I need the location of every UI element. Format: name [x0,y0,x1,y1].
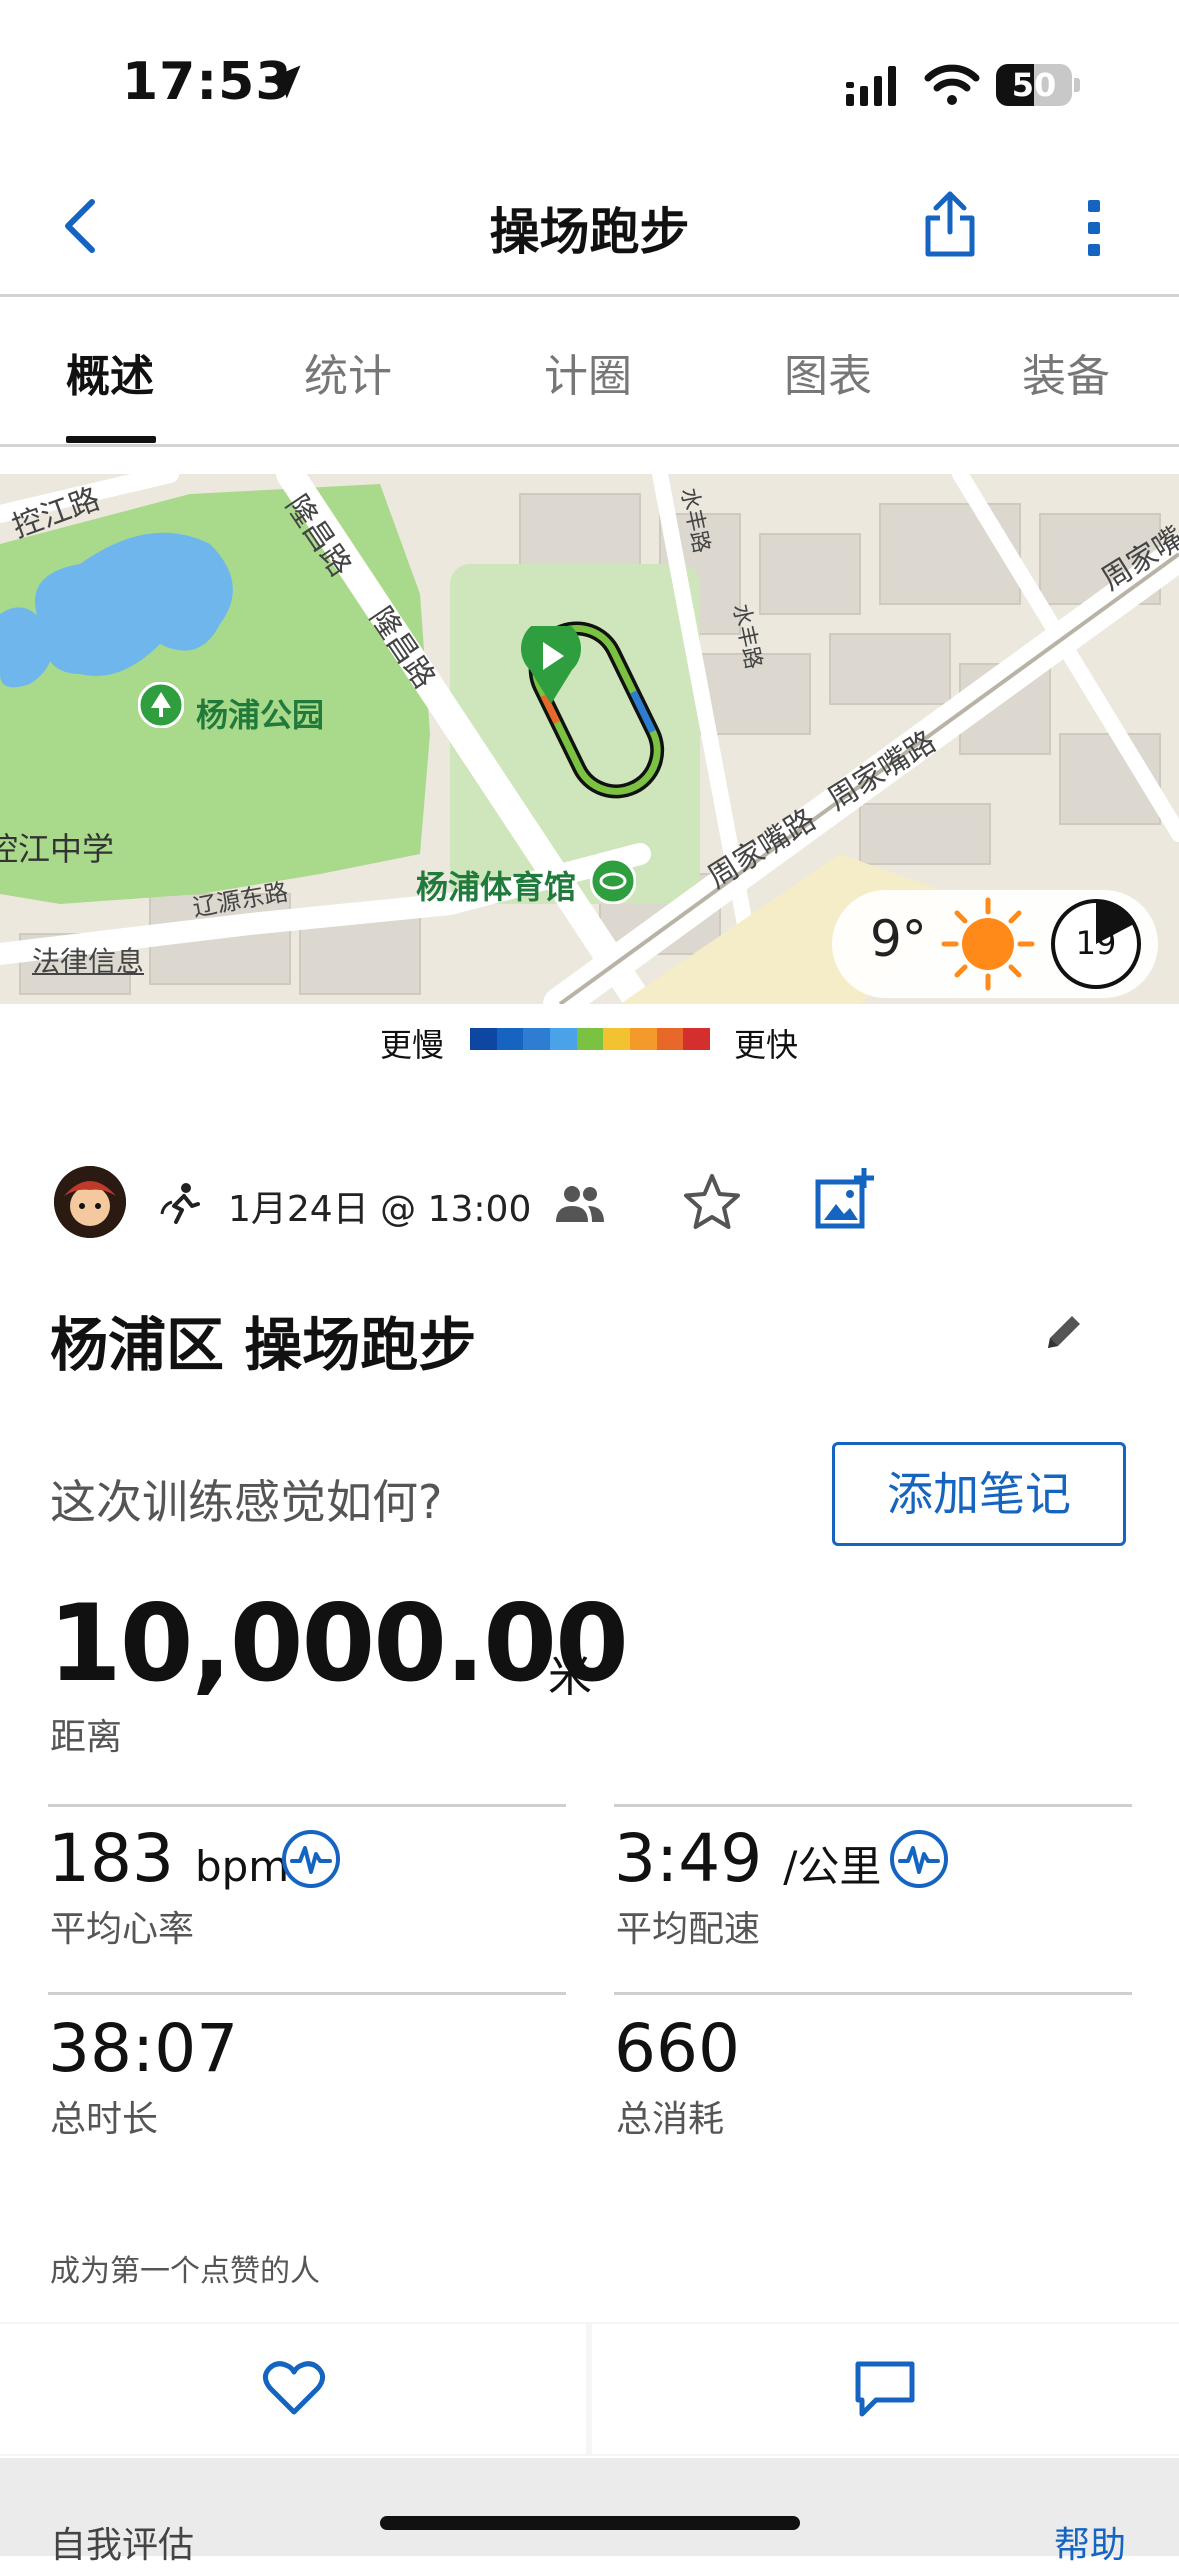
share-button[interactable] [920,188,980,260]
cellular-signal-icon [844,64,904,112]
pace-color-segment [656,1028,684,1050]
tab-gear[interactable]: 装备 [1022,340,1110,404]
tab-laps[interactable]: 计圈 [544,340,632,404]
pace-color-segment [470,1028,497,1050]
activity-date: 1月24日 @ 13:00 [228,1189,532,1230]
pace-color-segment [603,1028,631,1050]
heart-rate-stat: 183 bpm [48,1820,289,1897]
activity-title: 杨浦区 操场跑步 [50,1311,477,1379]
route-map[interactable]: 控江路 隆昌路 隆昌路 水丰路 水丰路 周家嘴路 周家嘴路 周家嘴 杨浦公园 控… [0,474,1179,1004]
tab-charts[interactable]: 图表 [784,340,872,404]
privacy-icon[interactable] [554,1184,606,1228]
map-label-kongjiang-school: 控江中学 [0,830,115,868]
tab-stats[interactable]: 统计 [304,340,392,404]
distance-label: 距离 [50,1717,123,1758]
pace-legend-fast: 更快 [734,1026,799,1064]
home-indicator[interactable] [380,2516,800,2530]
pace-color-segment [683,1028,711,1050]
heart-rate-unit: bpm [194,1842,290,1891]
favorite-star-button[interactable] [680,1172,744,1236]
heart-rate-detail-icon[interactable] [280,1828,342,1894]
heart-rate-value: 183 [48,1820,174,1897]
self-evaluation-title: 自我评估 [50,2525,195,2566]
pace-unit: /公里 [783,1842,882,1891]
duration-label: 总时长 [50,2099,159,2140]
duration-value: 38:07 [48,2010,239,2087]
pace-color-segment [523,1028,551,1050]
location-arrow-icon [262,60,306,108]
page-title: 操场跑步 [489,203,690,261]
avatar[interactable] [54,1166,126,1238]
weather-temperature: 9° [870,910,927,968]
pace-color-segment [496,1028,524,1050]
pace-stat: 3:49 /公里 [614,1820,881,1897]
map-label-yangpu-stadium: 杨浦体育馆 [416,868,577,906]
calories-value: 660 [614,2010,740,2087]
pace-color-scale [470,1028,711,1050]
stat-divider [614,1804,1132,1807]
feeling-prompt: 这次训练感觉如何? [50,1475,443,1529]
distance-unit: 米 [548,1651,592,1702]
battery-icon: 50 [996,64,1080,106]
legal-info-link[interactable]: 法律信息 [32,940,144,980]
wifi-icon [924,62,980,110]
like-button[interactable] [0,2324,586,2454]
pace-value: 3:49 [614,1820,763,1897]
start-marker-icon [520,618,582,710]
header-divider [0,294,1179,297]
stadium-icon [589,857,637,908]
comment-icon [855,2361,915,2417]
map-label-yangpu-park: 杨浦公园 [196,696,325,734]
battery-level: 50 [1011,66,1057,104]
pace-color-segment [630,1028,657,1050]
comment-button[interactable] [592,2324,1179,2454]
kudos-prompt: 成为第一个点赞的人 [50,2254,320,2289]
add-notes-button[interactable]: 添加笔记 [832,1442,1126,1546]
calories-label: 总消耗 [616,2099,725,2140]
heart-icon [262,2361,326,2415]
add-photo-button[interactable] [812,1166,878,1236]
pace-color-segment [550,1028,577,1050]
tab-overview[interactable]: 概述 [66,340,154,404]
tabs-divider [0,444,1179,447]
edit-pencil-icon[interactable] [1040,1308,1088,1360]
more-options-button[interactable] [1082,196,1106,260]
help-link[interactable]: 帮助 [1054,2516,1126,2568]
stat-divider [48,1992,566,1995]
pace-label: 平均配速 [616,1909,761,1950]
heart-rate-label: 平均心率 [50,1909,195,1950]
running-activity-icon [156,1180,204,1232]
pace-detail-icon[interactable] [888,1828,950,1894]
distance-value: 10,000.00 [48,1582,629,1705]
stat-divider [48,1804,566,1807]
sun-icon [938,894,1038,998]
stat-divider [614,1992,1132,1995]
park-icon [137,681,185,732]
pace-color-segment [576,1028,604,1050]
active-tab-indicator [66,436,156,443]
pace-legend-slow: 更慢 [380,1026,445,1064]
wind-speed: 19 [1075,924,1117,962]
